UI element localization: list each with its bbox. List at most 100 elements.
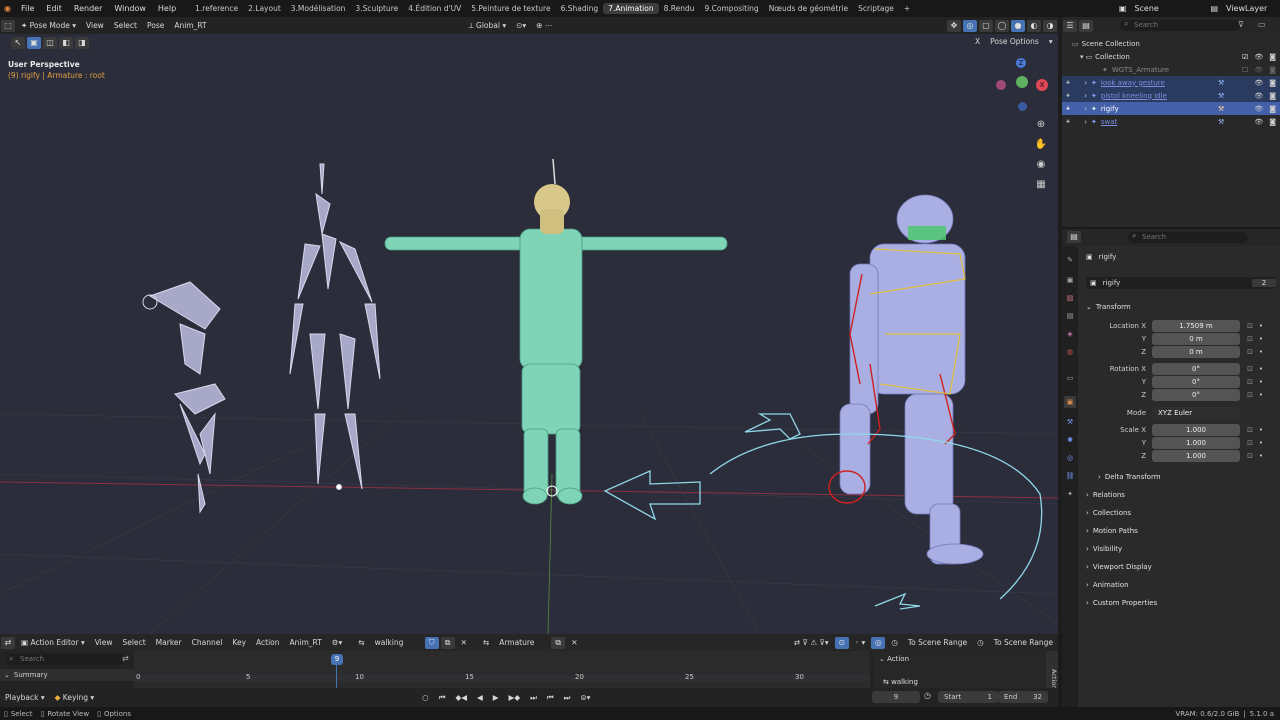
lock-icon[interactable]: ⊡ bbox=[1244, 439, 1256, 447]
copy-action-icon[interactable]: ⧉ bbox=[440, 636, 455, 649]
scene-icon[interactable]: ▣ bbox=[1117, 4, 1129, 13]
current-frame-indicator[interactable]: 9 bbox=[331, 654, 343, 665]
pivot-icon[interactable]: ⊙▾ bbox=[511, 21, 531, 30]
render-camera-icon[interactable]: ◙ bbox=[1269, 53, 1276, 61]
location-y-field[interactable]: 0 m bbox=[1152, 332, 1240, 345]
outliner-item-active[interactable]: ⚹ › ✦ rigify ⚒ 👁 ◙ bbox=[1062, 102, 1280, 115]
visibility-section[interactable]: › Visibility bbox=[1086, 541, 1276, 556]
select-invert-icon[interactable]: ◨ bbox=[75, 37, 89, 49]
select-subtract-icon[interactable]: ◧ bbox=[59, 37, 73, 49]
keyframe-dot-icon[interactable]: • bbox=[1256, 378, 1266, 386]
tool-tab-icon[interactable]: ✎ bbox=[1064, 254, 1076, 266]
location-z-field[interactable]: 0 m bbox=[1152, 345, 1240, 358]
view-layer-name[interactable]: ViewLayer bbox=[1220, 4, 1280, 13]
outliner-item[interactable]: ✦ WGTS_Armature ☐ 👁 ◙ bbox=[1062, 63, 1280, 76]
soldier-tpose-mesh[interactable] bbox=[384, 228, 728, 505]
scene-tab-icon[interactable]: ◈ bbox=[1064, 328, 1076, 340]
add-workspace-icon[interactable]: + bbox=[899, 3, 915, 14]
exclude-checkbox-icon[interactable]: ☑ bbox=[1242, 53, 1248, 61]
lock-icon[interactable]: ⊡ bbox=[1244, 391, 1256, 399]
shading-wireframe-icon[interactable]: ◯ bbox=[995, 19, 1009, 32]
overlay-toggle-icon[interactable]: ◎ bbox=[963, 19, 977, 32]
gizmo-neg-z-axis[interactable] bbox=[1018, 102, 1027, 111]
output-tab-icon[interactable]: ▨ bbox=[1064, 292, 1076, 304]
menu-select[interactable]: Select bbox=[118, 638, 151, 647]
jump-end-icon[interactable]: ⏭ bbox=[525, 693, 542, 703]
object-name[interactable]: rigify bbox=[1099, 253, 1117, 261]
to-scene-range-button-1[interactable]: To Scene Range bbox=[903, 638, 972, 647]
render-tab-icon[interactable]: ▣ bbox=[1064, 274, 1076, 286]
play-reverse-icon[interactable]: ◀ bbox=[472, 693, 488, 702]
workspace-tab[interactable]: 6.Shading bbox=[556, 3, 604, 14]
select-extend-icon[interactable]: ◫ bbox=[43, 37, 57, 49]
start-frame-field[interactable]: Start 1 bbox=[938, 691, 998, 703]
snap-icon[interactable]: ⊙ bbox=[834, 636, 849, 649]
sync-icon[interactable]: ⊜▾ bbox=[575, 693, 595, 702]
visibility-eye-icon[interactable]: 👁 bbox=[1254, 118, 1263, 126]
auto-key-icon[interactable]: ○ bbox=[417, 693, 434, 702]
lock-icon[interactable]: ⊡ bbox=[1244, 378, 1256, 386]
rotation-y-field[interactable]: 0° bbox=[1152, 375, 1240, 388]
scale-y-field[interactable]: 1.000 bbox=[1152, 436, 1240, 449]
keyframe-dot-icon[interactable]: • bbox=[1256, 348, 1266, 356]
workspace-tab[interactable]: Nœuds de géométrie bbox=[764, 3, 853, 14]
overlay-icon[interactable]: ◎ bbox=[871, 636, 886, 649]
zoom-icon[interactable]: ⊕ bbox=[1034, 118, 1048, 132]
close-icon[interactable]: ✕ bbox=[456, 638, 472, 647]
dopesheet-icon[interactable]: ⇄ bbox=[1, 636, 15, 649]
pose-options-button[interactable]: Pose Options bbox=[985, 37, 1044, 46]
menu-help[interactable]: Help bbox=[152, 4, 182, 13]
summary-channel[interactable]: ⌄ Summary bbox=[0, 669, 134, 681]
channel-search-input[interactable]: Search bbox=[6, 654, 124, 665]
object-tab-icon[interactable]: ▣ bbox=[1064, 396, 1076, 408]
physics-tab-icon[interactable]: ◎ bbox=[1064, 452, 1076, 464]
action-name-field[interactable]: walking bbox=[370, 638, 424, 647]
clock-icon[interactable]: ◷ bbox=[886, 638, 903, 647]
workspace-tab[interactable]: Scriptage bbox=[853, 3, 899, 14]
datablock-selector[interactable]: ▣ rigify 2 bbox=[1086, 277, 1276, 289]
workspace-tab-active[interactable]: 7.Animation bbox=[603, 3, 659, 14]
prev-marker-icon[interactable]: ⏮ bbox=[542, 693, 559, 703]
transform-orientation[interactable]: ⟂ Global ▾ bbox=[464, 21, 511, 31]
root-control-circle[interactable] bbox=[603, 413, 1043, 610]
world-tab-icon[interactable]: ◍ bbox=[1064, 346, 1076, 358]
menu-edit[interactable]: Edit bbox=[40, 4, 68, 13]
visibility-eye-icon[interactable]: 👁 bbox=[1254, 92, 1263, 100]
keyframe-dot-icon[interactable]: • bbox=[1256, 439, 1266, 447]
scale-z-field[interactable]: 1.000 bbox=[1152, 449, 1240, 462]
lock-icon[interactable]: ⊡ bbox=[1244, 365, 1256, 373]
modifier-tab-icon[interactable]: ⚒ bbox=[1064, 416, 1076, 428]
scale-x-field[interactable]: 1.000 bbox=[1152, 423, 1240, 436]
keyframe-dot-icon[interactable]: • bbox=[1256, 335, 1266, 343]
visibility-eye-icon[interactable]: 👁 bbox=[1254, 53, 1263, 61]
menu-view[interactable]: View bbox=[81, 21, 109, 30]
mirror-x-label[interactable]: X bbox=[970, 37, 985, 46]
user-count[interactable]: 2 bbox=[1252, 279, 1276, 287]
delta-transform-section[interactable]: › Delta Transform bbox=[1098, 469, 1280, 484]
keying-menu[interactable]: ◆ Keying ▾ bbox=[50, 693, 100, 702]
workspace-tab[interactable]: 3.Modélisation bbox=[286, 3, 351, 14]
gizmo-toggle-icon[interactable]: ✥ bbox=[947, 19, 961, 32]
transform-section-header[interactable]: ⌄ Transform bbox=[1086, 299, 1276, 314]
gizmo-z-axis[interactable]: Z bbox=[1016, 58, 1026, 68]
prev-keyframe-icon[interactable]: ◆◀ bbox=[450, 693, 472, 702]
blender-logo-icon[interactable]: ◉ bbox=[0, 4, 15, 13]
snap-icon[interactable]: ⊕ ⋯ bbox=[531, 21, 557, 30]
rotation-mode-select[interactable]: XYZ Euler bbox=[1152, 406, 1240, 419]
location-x-field[interactable]: 1.7509 m bbox=[1152, 319, 1240, 332]
viewport-display-section[interactable]: › Viewport Display bbox=[1086, 559, 1276, 574]
armature-slot-field[interactable]: Armature bbox=[494, 638, 550, 647]
menu-render[interactable]: Render bbox=[68, 4, 108, 13]
menu-marker[interactable]: Marker bbox=[151, 638, 187, 647]
3d-viewport[interactable]: User Perspective (9) rigify | Armature :… bbox=[0, 34, 1058, 634]
keyframe-dot-icon[interactable]: • bbox=[1256, 391, 1266, 399]
workspace-tab[interactable]: 1.reference bbox=[190, 3, 243, 14]
display-mode-icon[interactable]: ▤ bbox=[1079, 19, 1093, 32]
menu-key[interactable]: Key bbox=[227, 638, 251, 647]
gear-icon[interactable]: ⚙▾ bbox=[327, 638, 348, 647]
clock-icon[interactable]: ◷ bbox=[972, 638, 989, 647]
side-action-row[interactable]: ⇆ walking bbox=[883, 678, 918, 686]
workspace-tab[interactable]: 9.Compositing bbox=[700, 3, 764, 14]
render-camera-icon[interactable]: ◙ bbox=[1269, 118, 1276, 126]
keyframe-dot-icon[interactable]: • bbox=[1256, 322, 1266, 330]
